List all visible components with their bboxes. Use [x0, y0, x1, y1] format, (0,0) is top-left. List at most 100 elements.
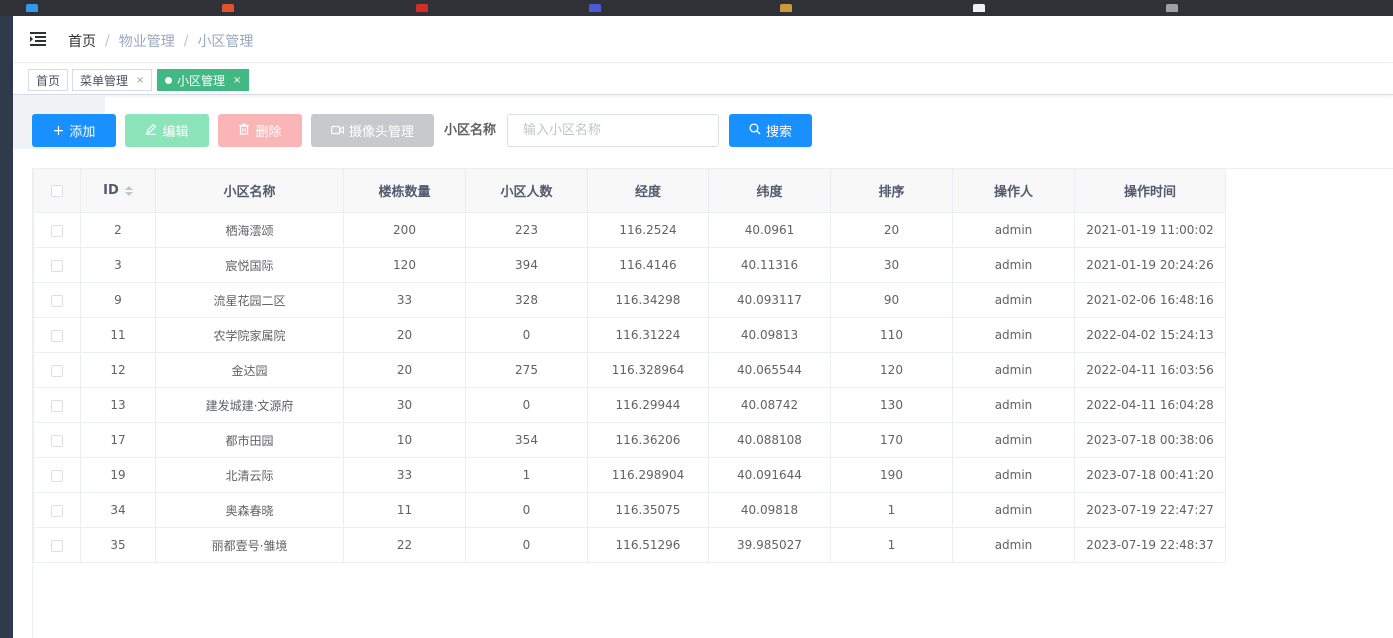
cell-name: 栖海澐颂 [155, 212, 344, 248]
cell-longitude: 116.4146 [587, 247, 709, 283]
cell-id: 3 [80, 247, 156, 283]
breadcrumb-home[interactable]: 首页 [68, 31, 96, 51]
community-name-input[interactable] [507, 114, 719, 147]
cell-population: 1 [465, 457, 588, 493]
edit-icon [145, 123, 157, 138]
table-row[interactable]: 34 奥森春晓 11 0 116.35075 40.09818 1 admin 2023-07-… [33, 492, 1226, 528]
active-dot-icon [165, 76, 172, 84]
table-row[interactable]: 19 北清云际 33 1 116.298904 40.091644 190 admin 2023… [33, 457, 1226, 493]
cell-id: 9 [80, 282, 156, 318]
cell-operator: admin [952, 317, 1075, 353]
column-header-operation-time: 操作时间 [1074, 168, 1226, 213]
tab-menu-management[interactable]: 菜单管理 × [72, 69, 153, 91]
cell-sort-order: 170 [830, 422, 953, 458]
tab-home[interactable]: 首页 [28, 69, 69, 91]
cell-id: 12 [80, 352, 156, 388]
breadcrumb: 首页 / 物业管理 / 小区管理 [68, 31, 253, 51]
row-select-cell[interactable] [33, 457, 81, 493]
table-row[interactable]: 9 流星花园二区 33 328 116.34298 40.093117 90 admin 202… [33, 282, 1226, 318]
cell-buildings: 10 [343, 422, 466, 458]
row-checkbox[interactable] [51, 434, 63, 447]
cell-operator: admin [952, 492, 1075, 528]
cell-name: 流星花园二区 [155, 282, 344, 318]
table-row[interactable]: 12 金达园 20 275 116.328964 40.065544 120 admin 202… [33, 352, 1226, 388]
row-checkbox[interactable] [51, 399, 63, 412]
row-select-cell[interactable] [33, 422, 81, 458]
table-row[interactable]: 13 建发城建·文源府 30 0 116.29944 40.08742 130 admin 20… [33, 387, 1226, 423]
cell-operation-time: 2021-02-06 16:48:16 [1074, 282, 1226, 318]
cell-population: 354 [465, 422, 588, 458]
row-select-cell[interactable] [33, 527, 81, 563]
cell-longitude: 116.35075 [587, 492, 709, 528]
tab-community-management[interactable]: 小区管理 × [157, 69, 250, 91]
cell-buildings: 200 [343, 212, 466, 248]
table-row[interactable]: 11 农学院家属院 20 0 116.31224 40.09813 110 admin 2022… [33, 317, 1226, 353]
camera-management-button[interactable]: 摄像头管理 [311, 114, 434, 147]
bookmark-item[interactable] [780, 0, 792, 16]
bookmark-item[interactable] [973, 0, 985, 16]
row-select-cell[interactable] [33, 247, 81, 283]
table-row[interactable]: 35 丽都壹号·雏境 22 0 116.51296 39.985027 1 admin 2023… [33, 527, 1226, 563]
close-icon[interactable]: × [233, 75, 241, 86]
column-header-label: ID [103, 183, 119, 198]
bookmark-item[interactable] [26, 0, 38, 16]
row-select-cell[interactable] [33, 212, 81, 248]
cell-name: 都市田园 [155, 422, 344, 458]
row-checkbox[interactable] [51, 224, 63, 237]
column-header-population: 小区人数 [465, 168, 588, 213]
cell-population: 328 [465, 282, 588, 318]
hamburger-icon[interactable] [30, 32, 46, 46]
tags-view-bar: 首页 菜单管理 × 小区管理 × [13, 63, 1393, 95]
row-select-cell[interactable] [33, 352, 81, 388]
cell-population: 0 [465, 527, 588, 563]
cell-sort-order: 90 [830, 282, 953, 318]
cell-population: 0 [465, 317, 588, 353]
table-row[interactable]: 2 栖海澐颂 200 223 116.2524 40.0961 20 admin 2021-01… [33, 212, 1226, 248]
row-checkbox[interactable] [51, 469, 63, 482]
row-checkbox[interactable] [51, 364, 63, 377]
cell-longitude: 116.31224 [587, 317, 709, 353]
cell-latitude: 40.093117 [708, 282, 831, 318]
bookmark-item[interactable] [1166, 0, 1178, 16]
cell-operation-time: 2022-04-11 16:04:28 [1074, 387, 1226, 423]
cell-sort-order: 30 [830, 247, 953, 283]
cell-longitude: 116.51296 [587, 527, 709, 563]
add-button[interactable]: + 添加 [32, 114, 116, 147]
column-header-sort-order: 排序 [830, 168, 953, 213]
row-checkbox[interactable] [51, 539, 63, 552]
close-icon[interactable]: × [136, 75, 144, 86]
cell-operator: admin [952, 247, 1075, 283]
cell-latitude: 40.09813 [708, 317, 831, 353]
table-row[interactable]: 3 宸悦国际 120 394 116.4146 40.11316 30 admin 2021-0… [33, 247, 1226, 283]
bookmark-item[interactable] [589, 0, 601, 16]
select-all-cell[interactable] [33, 168, 81, 213]
search-button[interactable]: 搜索 [729, 114, 812, 147]
edit-button[interactable]: 编辑 [125, 114, 209, 147]
row-checkbox[interactable] [51, 329, 63, 342]
row-checkbox[interactable] [51, 294, 63, 307]
cell-id: 13 [80, 387, 156, 423]
cell-latitude: 40.091644 [708, 457, 831, 493]
trash-icon [238, 123, 250, 138]
select-all-checkbox[interactable] [51, 184, 63, 197]
cell-name: 丽都壹号·雏境 [155, 527, 344, 563]
column-header-id[interactable]: ID [80, 168, 156, 213]
table-row[interactable]: 17 都市田园 10 354 116.36206 40.088108 170 admin 202… [33, 422, 1226, 458]
cell-latitude: 40.11316 [708, 247, 831, 283]
delete-button[interactable]: 删除 [218, 114, 302, 147]
row-checkbox[interactable] [51, 504, 63, 517]
bookmark-item[interactable] [222, 0, 234, 16]
cell-longitude: 116.36206 [587, 422, 709, 458]
cell-operation-time: 2021-01-19 20:24:26 [1074, 247, 1226, 283]
bookmark-item[interactable] [416, 0, 428, 16]
row-select-cell[interactable] [33, 387, 81, 423]
row-checkbox[interactable] [51, 259, 63, 272]
row-select-cell[interactable] [33, 282, 81, 318]
bookmark-favicon-icon [780, 4, 792, 12]
column-header-buildings: 楼栋数量 [343, 168, 466, 213]
sort-caret-icon[interactable] [124, 185, 133, 196]
cell-name: 宸悦国际 [155, 247, 344, 283]
row-select-cell[interactable] [33, 317, 81, 353]
row-select-cell[interactable] [33, 492, 81, 528]
cell-latitude: 39.985027 [708, 527, 831, 563]
